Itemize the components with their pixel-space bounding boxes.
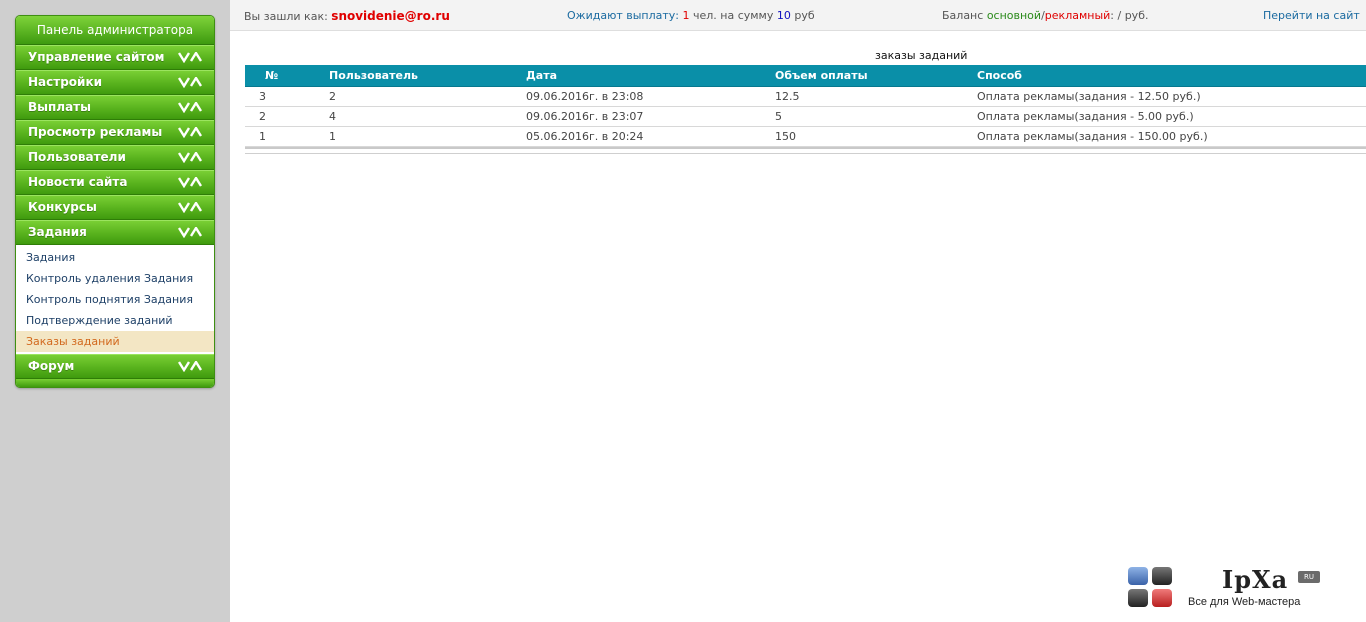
expand-chevrons-icon bbox=[178, 77, 202, 88]
menu-item-label: Управление сайтом bbox=[28, 50, 165, 64]
goto-site-link[interactable]: Перейти на сайт bbox=[1263, 9, 1360, 22]
cell-amount: 150 bbox=[761, 126, 963, 147]
menu-item-settings[interactable]: Настройки bbox=[16, 70, 214, 95]
cell-method: Оплата рекламы(задания - 150.00 руб.) bbox=[963, 126, 1366, 147]
submenu-item-task-deletion-control[interactable]: Контроль удаления Задания bbox=[16, 268, 214, 289]
menu-item-label: Пользователи bbox=[28, 150, 126, 164]
col-header-number: № bbox=[245, 65, 315, 87]
pending-mid-text: чел. на сумму bbox=[692, 9, 774, 22]
col-header-date: Дата bbox=[512, 65, 761, 87]
balance-info: Баланс основной/рекламный: / руб. bbox=[942, 9, 1148, 22]
expand-chevrons-icon bbox=[178, 102, 202, 113]
logged-in-label: Вы зашли как: bbox=[244, 10, 328, 23]
cell-user: 4 bbox=[315, 106, 512, 127]
task-orders-table: № Пользователь Дата Объем оплаты Способ … bbox=[245, 65, 1366, 147]
expand-chevrons-icon bbox=[178, 202, 202, 213]
logo-dark-square bbox=[1152, 567, 1172, 585]
menu-item-label: Просмотр рекламы bbox=[28, 125, 163, 139]
menu-item-label: Новости сайта bbox=[28, 175, 128, 189]
table-end-line bbox=[245, 153, 1366, 154]
table-caption: заказы заданий bbox=[875, 49, 968, 62]
col-header-amount: Объем оплаты bbox=[761, 65, 963, 87]
tasks-submenu: Задания Контроль удаления Задания Контро… bbox=[16, 245, 214, 354]
cell-number: 2 bbox=[245, 106, 315, 127]
cell-amount: 5 bbox=[761, 106, 963, 127]
table-bottom-divider bbox=[245, 147, 1366, 149]
table-row: 2 4 09.06.2016г. в 23:07 5 Оплата реклам… bbox=[245, 106, 1366, 127]
logo-tagline: Все для Web-мастера bbox=[1188, 596, 1301, 608]
cell-user: 1 bbox=[315, 126, 512, 147]
menu-item-site-news[interactable]: Новости сайта bbox=[16, 170, 214, 195]
menu-item-label: Выплаты bbox=[28, 100, 91, 114]
menu-item-label: Задания bbox=[28, 225, 87, 239]
cell-number: 3 bbox=[245, 86, 315, 107]
col-header-method: Способ bbox=[963, 65, 1366, 87]
menu-item-label: Форум bbox=[28, 359, 75, 373]
expand-chevrons-icon bbox=[178, 127, 202, 138]
logo-red-square bbox=[1152, 589, 1172, 607]
table-row: 1 1 05.06.2016г. в 20:24 150 Оплата рекл… bbox=[245, 126, 1366, 147]
top-bar: Вы зашли как: snovidenie@ro.ru Ожидают в… bbox=[230, 0, 1366, 31]
menu-item-payouts[interactable]: Выплаты bbox=[16, 95, 214, 120]
pending-sum: 10 bbox=[776, 9, 791, 22]
ipxa-logo[interactable]: IpXa RU Все для Web-мастера bbox=[1128, 565, 1328, 615]
cell-date: 09.06.2016г. в 23:08 bbox=[512, 86, 761, 107]
pending-count: 1 bbox=[682, 9, 690, 22]
admin-panel-menu: Панель администратора Управление сайтом … bbox=[15, 15, 215, 388]
logo-ru-badge: RU bbox=[1298, 571, 1320, 583]
submenu-item-tasks[interactable]: Задания bbox=[16, 247, 214, 268]
menu-item-contests[interactable]: Конкурсы bbox=[16, 195, 214, 220]
balance-ads: рекламный bbox=[1044, 9, 1111, 22]
submenu-item-task-confirmation[interactable]: Подтверждение заданий bbox=[16, 310, 214, 331]
menu-item-forum[interactable]: Форум bbox=[16, 354, 214, 379]
table-row: 3 2 09.06.2016г. в 23:08 12.5 Оплата рек… bbox=[245, 86, 1366, 107]
col-header-user: Пользователь bbox=[315, 65, 512, 87]
left-sidebar-area: Панель администратора Управление сайтом … bbox=[0, 0, 230, 622]
expand-chevrons-icon bbox=[178, 52, 202, 63]
expand-chevrons-icon bbox=[178, 361, 202, 372]
pending-label: Ожидают выплату: bbox=[567, 9, 679, 22]
cell-amount: 12.5 bbox=[761, 86, 963, 107]
menu-item-label: Конкурсы bbox=[28, 200, 97, 214]
logo-blue-square bbox=[1128, 567, 1148, 585]
table-header-row: № Пользователь Дата Объем оплаты Способ bbox=[245, 65, 1366, 87]
balance-label: Баланс bbox=[942, 9, 984, 22]
cell-number: 1 bbox=[245, 126, 315, 147]
menu-item-tasks[interactable]: Задания bbox=[16, 220, 214, 245]
panel-footer bbox=[16, 379, 214, 387]
balance-tail: : / руб. bbox=[1110, 9, 1149, 22]
cell-user: 2 bbox=[315, 86, 512, 107]
submenu-item-task-raise-control[interactable]: Контроль поднятия Задания bbox=[16, 289, 214, 310]
expand-chevrons-icon bbox=[178, 177, 202, 188]
logo-dark-square bbox=[1128, 589, 1148, 607]
menu-item-label: Настройки bbox=[28, 75, 103, 89]
pending-currency: руб bbox=[794, 9, 815, 22]
expand-chevrons-icon bbox=[178, 152, 202, 163]
admin-panel-title: Панель администратора bbox=[16, 16, 214, 45]
balance-main: основной bbox=[986, 9, 1042, 22]
cell-date: 09.06.2016г. в 23:07 bbox=[512, 106, 761, 127]
pending-payouts: Ожидают выплату: 1 чел. на сумму 10 руб bbox=[567, 9, 815, 22]
user-email: snovidenie@ro.ru bbox=[331, 9, 450, 23]
menu-item-users[interactable]: Пользователи bbox=[16, 145, 214, 170]
logo-name: IpXa bbox=[1222, 565, 1289, 594]
submenu-item-task-orders[interactable]: Заказы заданий bbox=[16, 331, 214, 352]
cell-date: 05.06.2016г. в 20:24 bbox=[512, 126, 761, 147]
expand-chevrons-icon bbox=[178, 227, 202, 238]
menu-item-site-management[interactable]: Управление сайтом bbox=[16, 45, 214, 70]
logged-in-as: Вы зашли как: snovidenie@ro.ru bbox=[244, 9, 450, 23]
cell-method: Оплата рекламы(задания - 12.50 руб.) bbox=[963, 86, 1366, 107]
cell-method: Оплата рекламы(задания - 5.00 руб.) bbox=[963, 106, 1366, 127]
menu-item-ad-views[interactable]: Просмотр рекламы bbox=[16, 120, 214, 145]
